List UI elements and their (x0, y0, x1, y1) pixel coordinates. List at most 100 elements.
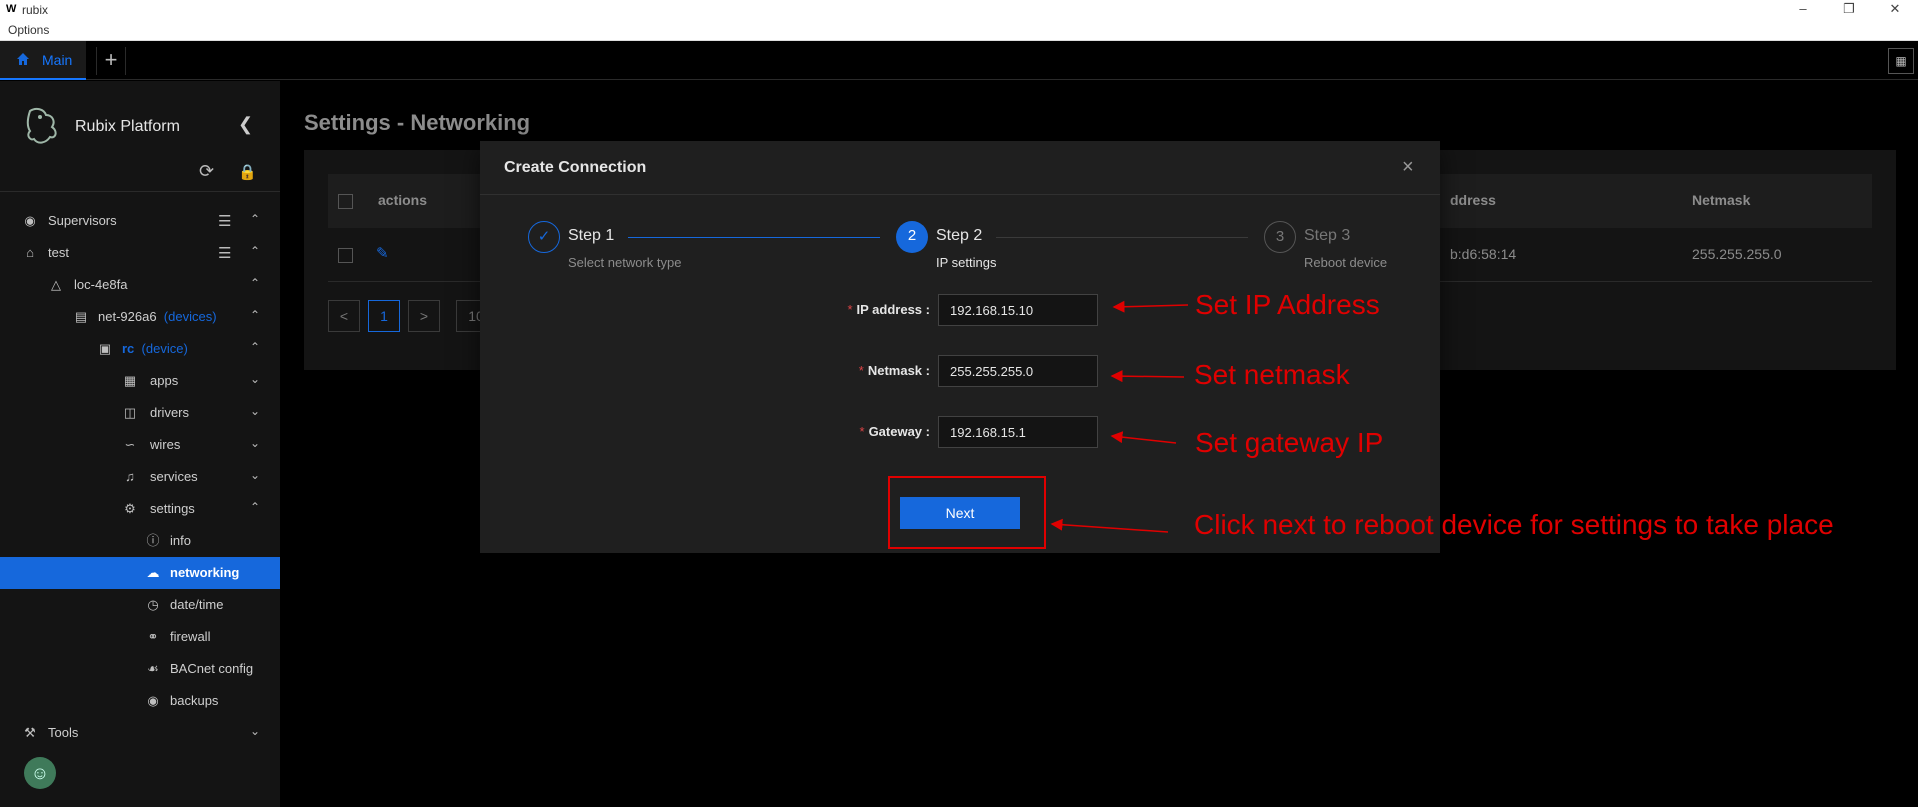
monitor-icon: ▤ (74, 309, 88, 324)
chevron-down-icon[interactable]: ⌄ (250, 724, 260, 738)
sidebar-item-label: settings (150, 501, 195, 516)
sidebar-item-label: networking (170, 565, 240, 580)
step-connector (628, 237, 880, 238)
tab-bar: Main + ▦ (0, 41, 1918, 80)
location-icon: △ (51, 277, 61, 292)
close-icon[interactable]: × (1402, 156, 1414, 179)
sidebar-item-label: test (48, 245, 69, 260)
ip-address-input[interactable] (938, 294, 1098, 326)
edit-icon[interactable]: ✎ (376, 244, 389, 262)
restore-icon[interactable]: ❐ (1826, 0, 1872, 20)
eye-icon: ◉ (24, 213, 36, 228)
cloud-icon: ☁ (146, 565, 160, 580)
menu-bar: Options (0, 20, 1918, 41)
netmask-input[interactable] (938, 355, 1098, 387)
step-1-title: Step 1 (568, 227, 615, 244)
step-connector (996, 237, 1248, 238)
chevron-up-icon[interactable]: ⌃ (250, 276, 260, 290)
add-tab-button[interactable]: + (96, 47, 126, 75)
step-3-title: Step 3 (1304, 227, 1351, 244)
annotation-next: Click next to reboot device for settings… (1194, 509, 1834, 540)
options-menu[interactable]: Options (8, 23, 49, 37)
sidebar-item-network[interactable]: ▤ net-926a6 (devices) ⌃ (0, 301, 280, 333)
pagination-prev[interactable]: < (328, 300, 360, 332)
sidebar-item-label: rc (122, 341, 135, 356)
sidebar-item-sublabel: (device) (141, 341, 188, 356)
drivers-icon: ◫ (123, 405, 137, 420)
sidebar-item-networking[interactable]: ☁ networking (0, 557, 280, 589)
step-3-indicator: 3 (1264, 221, 1296, 253)
select-all-checkbox[interactable] (338, 194, 353, 209)
layout-toggle-icon[interactable]: ▦ (1888, 48, 1914, 74)
sidebar: Rubix Platform ❮ ⟳ 🔒 ◉ Supervisors ☰ ⌃ ⌂… (0, 81, 280, 807)
annotation-netmask: Set netmask (1194, 359, 1350, 390)
close-window-icon[interactable]: ✕ (1872, 0, 1918, 20)
step-1-desc: Select network type (568, 255, 682, 270)
pagination-page-1[interactable]: 1 (368, 300, 400, 332)
menu-icon[interactable]: ☰ (218, 244, 231, 262)
sidebar-item-device[interactable]: ▣ rc (device) ⌃ (0, 333, 280, 365)
sidebar-item-label: Supervisors (48, 213, 117, 228)
sidebar-item-label: apps (150, 373, 179, 388)
gateway-label: * Gateway : (859, 424, 931, 439)
sidebar-item-bacnet[interactable]: ☙ BACnet config (0, 653, 280, 685)
chevron-down-icon[interactable]: ⌄ (250, 372, 260, 386)
ip-address-label: * IP address : (847, 302, 930, 317)
link-icon: ⚭ (147, 629, 159, 644)
cell-netmask: 255.255.255.0 (1692, 246, 1782, 262)
netmask-label: * Netmask : (858, 363, 930, 378)
sidebar-item-label: drivers (150, 405, 190, 420)
step-2-desc: IP settings (936, 255, 997, 270)
sidebar-item-wires[interactable]: ∽ wires ⌄ (0, 429, 280, 461)
window-titlebar: W rubix – ❐ ✕ (0, 0, 1918, 20)
chevron-down-icon[interactable]: ⌄ (250, 404, 260, 418)
user-avatar[interactable]: ☺ (24, 757, 56, 789)
sidebar-item-label: BACnet config (170, 661, 254, 676)
gear-icon: ⚙ (124, 501, 136, 516)
sidebar-item-label: firewall (170, 629, 211, 644)
chevron-down-icon[interactable]: ⌄ (250, 468, 260, 482)
sidebar-item-settings[interactable]: ⚙ settings ⌃ (0, 493, 280, 525)
sidebar-item-services[interactable]: ♫ services ⌄ (0, 461, 280, 493)
refresh-icon[interactable]: ⟳ (199, 161, 214, 182)
sidebar-item-label: backups (170, 693, 219, 708)
collapse-sidebar-icon[interactable]: ❮ (238, 114, 253, 135)
lock-icon[interactable]: 🔒 (238, 163, 257, 181)
step-2-title: Step 2 (936, 227, 983, 244)
annotation-ip: Set IP Address (1195, 289, 1380, 320)
chevron-down-icon[interactable]: ⌄ (250, 436, 260, 450)
wrench-icon: ⚒ (24, 725, 36, 740)
sidebar-item-label: wires (150, 437, 181, 452)
row-checkbox[interactable] (338, 248, 353, 263)
sidebar-item-firewall[interactable]: ⚭ firewall (0, 621, 280, 653)
chevron-up-icon[interactable]: ⌃ (250, 212, 260, 226)
sidebar-item-label: loc-4e8fa (74, 277, 128, 292)
chevron-up-icon[interactable]: ⌃ (250, 308, 260, 322)
pagination-next[interactable]: > (408, 300, 440, 332)
chevron-up-icon[interactable]: ⌃ (250, 244, 260, 258)
sidebar-item-drivers[interactable]: ◫ drivers ⌄ (0, 397, 280, 429)
sidebar-item-tools[interactable]: ⚒ Tools ⌄ (0, 717, 280, 749)
tab-main-label: Main (42, 52, 73, 68)
cluster-icon: ☙ (147, 661, 159, 676)
modal-header: Create Connection × (480, 141, 1440, 195)
app-logo: W (6, 3, 17, 15)
chevron-up-icon[interactable]: ⌃ (250, 500, 260, 514)
sidebar-item-info[interactable]: ⓘ info (0, 525, 280, 557)
sidebar-item-apps[interactable]: ▦ apps ⌄ (0, 365, 280, 397)
tab-main[interactable]: Main (0, 41, 86, 80)
menu-icon[interactable]: ☰ (218, 212, 231, 230)
chevron-up-icon[interactable]: ⌃ (250, 340, 260, 354)
sidebar-divider (0, 191, 280, 192)
sidebar-item-supervisors[interactable]: ◉ Supervisors ☰ ⌃ (0, 205, 280, 237)
sidebar-item-location[interactable]: △ loc-4e8fa ⌃ (0, 269, 280, 301)
step-2-indicator: 2 (896, 221, 928, 253)
sidebar-item-label: net-926a6 (98, 309, 157, 324)
annotation-gateway: Set gateway IP (1195, 427, 1384, 458)
brand-name: Rubix Platform (75, 118, 180, 135)
sidebar-item-test[interactable]: ⌂ test ☰ ⌃ (0, 237, 280, 269)
gateway-input[interactable] (938, 416, 1098, 448)
sidebar-item-datetime[interactable]: ◷ date/time (0, 589, 280, 621)
minimize-icon[interactable]: – (1780, 0, 1826, 20)
sidebar-item-backups[interactable]: ◉ backups (0, 685, 280, 717)
